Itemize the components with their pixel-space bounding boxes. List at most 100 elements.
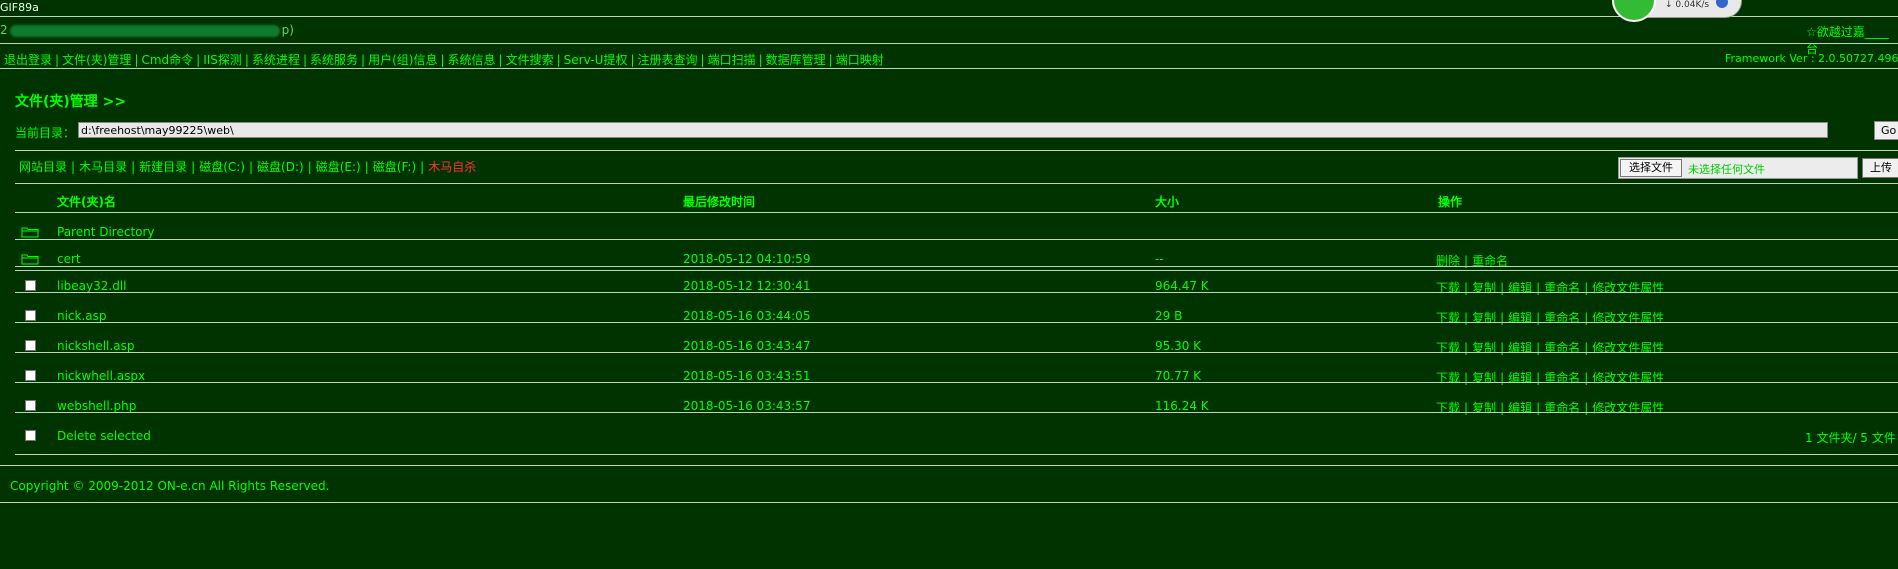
row-divider bbox=[15, 270, 1898, 271]
network-speed: ↓ 0.04K/s bbox=[1665, 0, 1710, 10]
link-separator: | bbox=[191, 160, 196, 174]
folder-icon bbox=[21, 226, 39, 238]
menu-item[interactable]: 用户(组)信息 bbox=[368, 53, 437, 67]
upload-button[interactable]: 上传 bbox=[1862, 158, 1898, 178]
header-divider bbox=[0, 43, 1898, 44]
menu-item[interactable]: 文件搜索 bbox=[506, 53, 554, 67]
quick-links: 网站目录 | 木马目录 | 新建目录 | 磁盘(C:) | 磁盘(D:) | 磁盘(E:) | 磁盘(F… bbox=[19, 158, 476, 175]
menu-item[interactable]: 数据库管理 bbox=[766, 53, 826, 67]
file-name-link[interactable]: libeay32.dll bbox=[57, 279, 127, 293]
file-actions: 下载 | 复制 | 编辑 | 重命名 | 修改文件属性 bbox=[1436, 309, 1664, 326]
no-file-text: 未选择任何文件 bbox=[1688, 163, 1765, 176]
file-checkbox[interactable] bbox=[25, 340, 36, 351]
file-size: 116.24 K bbox=[1155, 399, 1209, 413]
current-dir-input[interactable] bbox=[78, 122, 1828, 138]
header-ops: 操作 bbox=[1438, 195, 1463, 209]
self-delete-link[interactable]: 木马自杀 bbox=[428, 160, 476, 174]
quick-link[interactable]: 磁盘(C:) bbox=[199, 160, 245, 174]
link-separator: | bbox=[71, 160, 76, 174]
link-separator: | bbox=[364, 160, 369, 174]
menu-separator: | bbox=[361, 53, 366, 67]
row-divider bbox=[15, 266, 1898, 267]
footer-divider-bottom bbox=[0, 502, 1898, 503]
menu-item[interactable]: 文件(夹)管理 bbox=[62, 53, 131, 67]
link-separator: | bbox=[307, 160, 312, 174]
menu-item[interactable]: 端口映射 bbox=[836, 53, 884, 67]
menu-separator: | bbox=[498, 53, 503, 67]
row-divider bbox=[15, 239, 1898, 240]
path-divider bbox=[15, 150, 1898, 151]
menu-item[interactable]: 系统进程 bbox=[252, 53, 300, 67]
page-heading: 文件(夹)管理 >> bbox=[15, 94, 127, 110]
select-all-checkbox[interactable] bbox=[25, 430, 36, 441]
file-checkbox[interactable] bbox=[25, 310, 36, 321]
quick-link[interactable]: 网站目录 bbox=[19, 160, 67, 174]
file-checkbox[interactable] bbox=[25, 280, 36, 291]
title-prefix: 2 bbox=[0, 23, 8, 37]
menu-separator: | bbox=[440, 53, 445, 67]
menu-divider bbox=[0, 68, 1898, 69]
go-button[interactable]: Go bbox=[1874, 121, 1898, 140]
folder-size: -- bbox=[1155, 252, 1164, 266]
file-mtime: 2018-05-16 03:43:47 bbox=[683, 339, 811, 353]
main-menu: 退出登录 | 文件(夹)管理 | Cmd命令 | IIS探测 | 系统进程 | 系统服务 | 用户(组)… bbox=[4, 51, 884, 68]
row-divider bbox=[15, 292, 1898, 293]
file-actions: 下载 | 复制 | 编辑 | 重命名 | 修改文件属性 bbox=[1436, 339, 1664, 356]
file-mtime: 2018-05-12 12:30:41 bbox=[683, 279, 811, 293]
menu-item[interactable]: IIS探测 bbox=[203, 53, 242, 67]
row-divider bbox=[15, 322, 1898, 323]
menu-separator: | bbox=[244, 53, 249, 67]
file-name-link[interactable]: nickshell.asp bbox=[57, 339, 134, 353]
menu-item[interactable]: 注册表查询 bbox=[638, 53, 698, 67]
header-size: 大小 bbox=[1155, 195, 1180, 209]
file-summary: 1 文件夹/ 5 文件 bbox=[1805, 431, 1896, 445]
delete-selected-button[interactable]: Delete selected bbox=[57, 429, 151, 443]
title-suffix: p) bbox=[281, 23, 294, 37]
menu-separator: | bbox=[196, 53, 201, 67]
menu-separator: | bbox=[556, 53, 561, 67]
row-divider bbox=[15, 454, 1898, 455]
file-actions: 下载 | 复制 | 编辑 | 重命名 | 修改文件属性 bbox=[1436, 369, 1664, 386]
menu-separator: | bbox=[700, 53, 705, 67]
choose-file-button[interactable]: 选择文件 bbox=[1620, 159, 1682, 177]
row-divider bbox=[15, 382, 1898, 383]
quick-link[interactable]: 新建目录 bbox=[139, 160, 187, 174]
file-size: 70.77 K bbox=[1155, 369, 1202, 383]
file-actions: 下载 | 复制 | 编辑 | 重命名 | 修改文件属性 bbox=[1436, 399, 1664, 416]
folder-name-link[interactable]: Parent Directory bbox=[57, 225, 155, 239]
folder-name-link[interactable]: cert bbox=[57, 252, 81, 266]
file-checkbox[interactable] bbox=[25, 370, 36, 381]
site-title: 2 p) bbox=[0, 21, 300, 39]
quick-link[interactable]: 木马目录 bbox=[79, 160, 127, 174]
file-mtime: 2018-05-16 03:43:57 bbox=[683, 399, 811, 413]
menu-item[interactable]: Cmd命令 bbox=[141, 53, 193, 67]
quick-link[interactable]: 磁盘(D:) bbox=[257, 160, 304, 174]
menu-item[interactable]: Serv-U提权 bbox=[564, 53, 628, 67]
footer-copyright: Copyright © 2009-2012 ON-e.cn All Rights… bbox=[10, 479, 330, 493]
menu-separator: | bbox=[758, 53, 763, 67]
top-divider bbox=[0, 16, 1898, 17]
network-circle-icon bbox=[1612, 0, 1656, 22]
link-separator: | bbox=[420, 160, 425, 174]
file-mtime: 2018-05-16 03:44:05 bbox=[683, 309, 811, 323]
menu-separator: | bbox=[134, 53, 139, 67]
menu-item[interactable]: 退出登录 bbox=[4, 53, 52, 67]
framework-version: Framework Ver : 2.0.50727.4963 bbox=[1725, 52, 1898, 65]
footer-divider-top bbox=[0, 465, 1898, 466]
file-name-link[interactable]: nickwhell.aspx bbox=[57, 369, 145, 383]
menu-separator: | bbox=[828, 53, 833, 67]
quick-link[interactable]: 磁盘(F:) bbox=[373, 160, 416, 174]
folder-mtime: 2018-05-12 04:10:59 bbox=[683, 252, 811, 266]
header-name: 文件(夹)名 bbox=[57, 195, 116, 209]
file-size: 95.30 K bbox=[1155, 339, 1202, 353]
file-name-link[interactable]: nick.asp bbox=[57, 309, 107, 323]
file-name-link[interactable]: webshell.php bbox=[57, 399, 136, 413]
menu-item[interactable]: 端口扫描 bbox=[708, 53, 756, 67]
menu-item[interactable]: 系统服务 bbox=[310, 53, 358, 67]
menu-item[interactable]: 系统信息 bbox=[448, 53, 496, 67]
quick-link[interactable]: 磁盘(E:) bbox=[316, 160, 361, 174]
menu-separator: | bbox=[55, 53, 60, 67]
file-checkbox[interactable] bbox=[25, 400, 36, 411]
row-divider bbox=[15, 212, 1898, 213]
links-divider bbox=[15, 183, 1898, 184]
